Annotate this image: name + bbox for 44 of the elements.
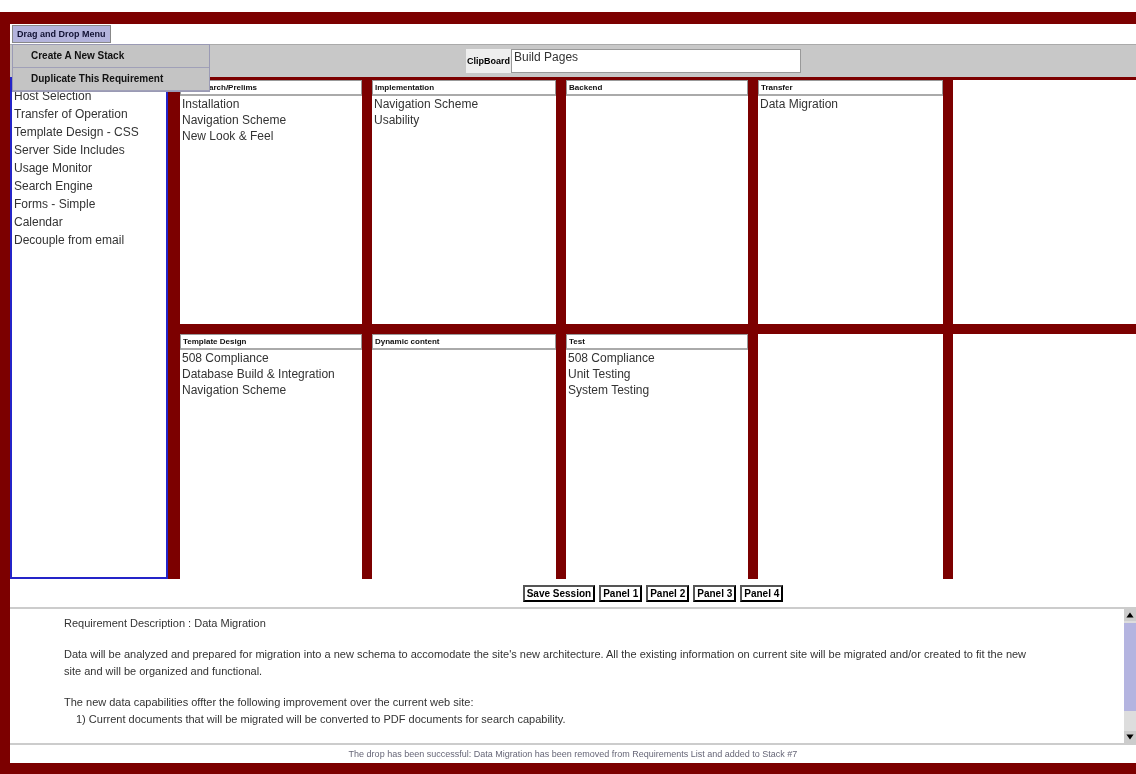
stack-header: Dynamic content xyxy=(372,334,556,350)
requirement-item[interactable]: Forms - Simple xyxy=(12,195,166,213)
stack-header: Test xyxy=(566,334,748,350)
status-bar: The drop has been successful: Data Migration has been removed from Requirements List and added to Stack #7 xyxy=(10,745,1136,763)
panel-button[interactable]: Panel 2 xyxy=(646,584,690,602)
panel-button[interactable]: Panel 1 xyxy=(599,584,643,602)
description-text: 1) Current documents that will be migrated will be converted to PDF documents for search capability. xyxy=(75,712,567,727)
requirement-item[interactable]: Transfer of Operation xyxy=(12,105,166,123)
clipboard-label: ClipBoard xyxy=(466,49,511,73)
panel-button[interactable]: Panel 3 xyxy=(693,584,737,602)
stack-item[interactable]: System Testing xyxy=(566,382,748,398)
requirement-item[interactable]: Search Engine xyxy=(12,177,166,195)
stack-header: Transfer xyxy=(758,80,943,96)
description-text: Requirement Description : Data Migration xyxy=(64,616,267,631)
panel-button[interactable]: Panel 4 xyxy=(740,584,784,602)
stack-header: Implementation xyxy=(372,80,556,96)
description-text: Data will be analyzed and prepared for migration into a new schema to accomodate the site's new architecture. All the existing information on current site will be migrated and/or created to fit the new site and will be organized and functional. xyxy=(64,647,1028,679)
scrollbar[interactable] xyxy=(1124,609,1136,743)
stack-header: Template Design xyxy=(180,334,362,350)
stack-header: Backend xyxy=(566,80,748,96)
requirement-item[interactable]: Template Design - CSS xyxy=(12,123,166,141)
stack-item[interactable]: Database Build & Integration xyxy=(180,366,362,382)
stack-item[interactable]: Navigation Scheme xyxy=(372,96,556,112)
stack-item[interactable]: Unit Testing xyxy=(566,366,748,382)
requirement-item[interactable]: Server Side Includes xyxy=(12,141,166,159)
stack-item[interactable]: Navigation Scheme xyxy=(180,382,362,398)
menu-button[interactable]: Drag and Drop Menu xyxy=(12,25,111,43)
stack-item[interactable]: New Look & Feel xyxy=(180,128,362,144)
scroll-down-icon[interactable] xyxy=(1124,731,1136,743)
description-text: The new data capabilities offter the following improvement over the current web site: xyxy=(64,695,475,710)
stack-item[interactable]: Usability xyxy=(372,112,556,128)
requirement-item[interactable]: Decouple from email xyxy=(12,231,166,249)
stack-item[interactable]: Navigation Scheme xyxy=(180,112,362,128)
requirement-item[interactable]: Calendar xyxy=(12,213,166,231)
stack-item[interactable]: Installation xyxy=(180,96,362,112)
clipboard-field[interactable]: Build Pages xyxy=(511,49,801,73)
menu-item[interactable]: Create A New Stack xyxy=(13,45,209,68)
stack-item[interactable]: Data Migration xyxy=(758,96,943,112)
menu-item[interactable]: Duplicate This Requirement xyxy=(13,68,209,91)
scroll-up-icon[interactable] xyxy=(1124,609,1136,621)
panel-button[interactable]: Save Session xyxy=(522,584,596,602)
requirement-item[interactable]: Usage Monitor xyxy=(12,159,166,177)
stack-item[interactable]: 508 Compliance xyxy=(180,350,362,366)
stack-item[interactable]: 508 Compliance xyxy=(566,350,748,366)
